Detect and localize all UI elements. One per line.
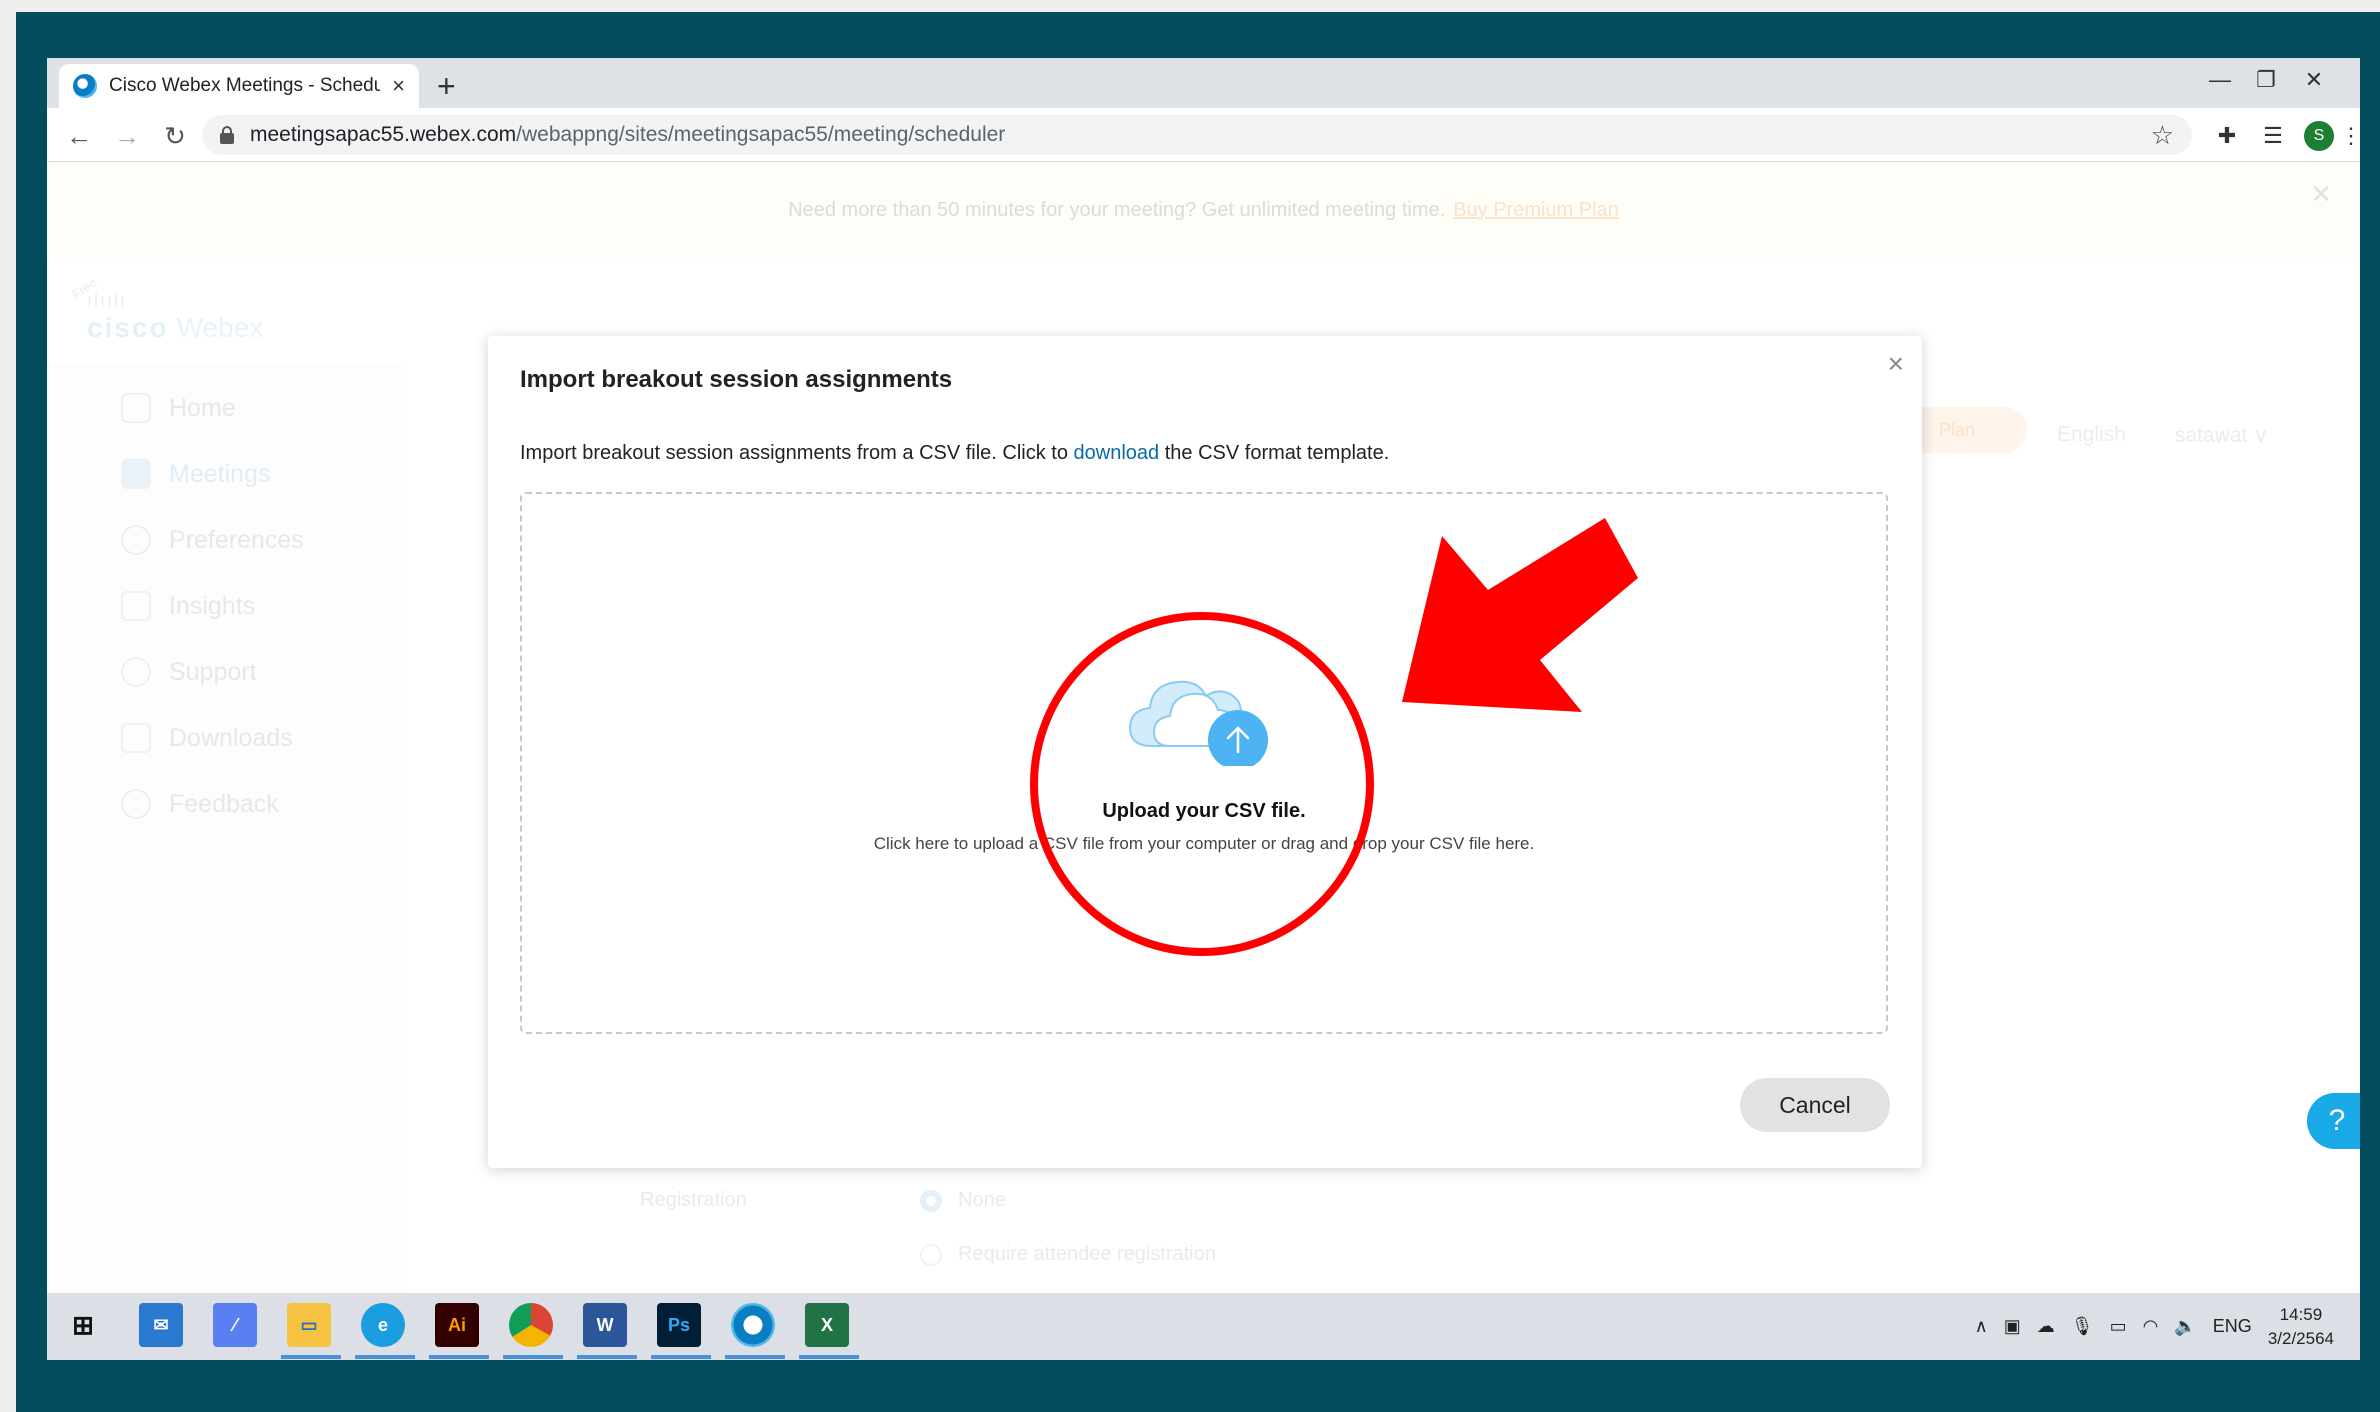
clock[interactable]: 14:59 3/2/2564 [2268,1303,2334,1351]
dialog-description: Import breakout session assignments from… [520,442,1389,465]
chevron-up-icon[interactable]: ∧ [1975,1316,1988,1337]
bookmark-star-icon[interactable]: ☆ [2151,120,2174,151]
extensions-puzzle-icon[interactable]: ✚ [2207,116,2247,156]
tab-title: Cisco Webex Meetings - Schedul [109,75,381,96]
browser-tab-active[interactable]: Cisco Webex Meetings - Schedul × [59,64,419,108]
taskbar-active-indicator [725,1355,785,1359]
download-template-link[interactable]: download [1074,442,1160,464]
file-explorer-icon[interactable]: ▭ [287,1303,331,1347]
cloud-upload-icon [1128,680,1268,766]
desc-text-before: Import breakout session assignments from… [520,442,1074,464]
help-button[interactable]: ? [2307,1093,2360,1149]
taskbar-active-indicator [355,1355,415,1359]
taskbar-active-indicator [503,1355,563,1359]
browser-window: Cisco Webex Meetings - Schedul × + — ❐ ✕… [47,58,2360,1360]
taskbar-active-indicator [429,1355,489,1359]
edge-icon[interactable]: e [361,1303,405,1347]
chrome-icon[interactable] [509,1303,553,1347]
windows-start-icon[interactable]: ⊞ [61,1303,105,1347]
excel-icon[interactable]: X [805,1303,849,1347]
window-close-button[interactable]: ✕ [2281,58,2347,102]
cancel-button[interactable]: Cancel [1740,1078,1890,1132]
taskbar-active-indicator [577,1355,637,1359]
mail-icon[interactable]: ✉ [139,1303,183,1347]
windows-taskbar: ⊞ ✉ ⁄ ▭ e Ai W Ps X ∧ ▣ ☁ 🎙 ▭ ◠ 🔈 ENG 14… [47,1293,2360,1360]
back-arrow-icon[interactable]: ← [59,116,99,156]
dialog-title: Import breakout session assignments [520,366,953,393]
input-language[interactable]: ENG [2213,1316,2252,1337]
url-path: /webappng/sites/meetingsapac55/meeting/s… [516,123,1006,146]
battery-icon[interactable]: ▭ [2110,1316,2127,1337]
webex-taskbar-icon[interactable] [731,1303,775,1347]
meet-now-icon[interactable]: ▣ [2004,1316,2021,1337]
address-bar[interactable]: meetingsapac55.webex.com/webappng/sites/… [202,115,2192,155]
taskbar-active-indicator [651,1355,711,1359]
import-breakout-dialog: × Import breakout session assignments Im… [488,336,1922,1168]
desc-text-after: the CSV format template. [1159,442,1390,464]
edit-app-icon[interactable]: ⁄ [213,1303,257,1347]
illustrator-icon[interactable]: Ai [435,1303,479,1347]
photoshop-icon[interactable]: Ps [657,1303,701,1347]
taskbar-active-indicator [799,1355,859,1359]
clock-time: 14:59 [2279,1304,2323,1324]
wifi-icon[interactable]: ◠ [2143,1316,2159,1337]
speaker-icon[interactable]: 🔈 [2174,1316,2196,1337]
lock-icon [220,126,234,144]
tab-close-icon[interactable]: × [392,73,405,99]
onedrive-cloud-icon[interactable]: ☁ [2037,1316,2055,1337]
forward-arrow-icon[interactable]: → [107,116,147,156]
taskbar-active-indicator [281,1355,341,1359]
reload-icon[interactable]: ↻ [155,116,195,156]
browser-menu-icon[interactable]: ⋮ [2331,116,2360,156]
url-text: meetingsapac55.webex.com/webappng/sites/… [250,123,1005,147]
browser-toolbar: ← → ↻ meetingsapac55.webex.com/webappng/… [47,108,2360,162]
url-host: meetingsapac55.webex.com [250,123,517,146]
webex-favicon-icon [73,74,97,98]
new-tab-button[interactable]: + [437,64,456,108]
tab-strip: Cisco Webex Meetings - Schedul × + — ❐ ✕ [47,58,2360,108]
clock-date: 3/2/2564 [2267,1328,2334,1348]
media-queue-icon[interactable]: ☰ [2253,116,2293,156]
upload-title: Upload your CSV file. [1102,800,1306,822]
word-icon[interactable]: W [583,1303,627,1347]
dialog-close-icon[interactable]: × [1888,348,1904,380]
upload-subtitle: Click here to upload a CSV file from you… [873,834,1535,853]
microphone-icon[interactable]: 🎙 [2071,1316,2094,1337]
system-tray: ∧ ▣ ☁ 🎙 ▭ ◠ 🔈 ENG 14:59 3/2/2564 [1975,1293,2334,1360]
csv-drop-zone[interactable]: Upload your CSV file. Click here to uplo… [520,492,1888,1034]
